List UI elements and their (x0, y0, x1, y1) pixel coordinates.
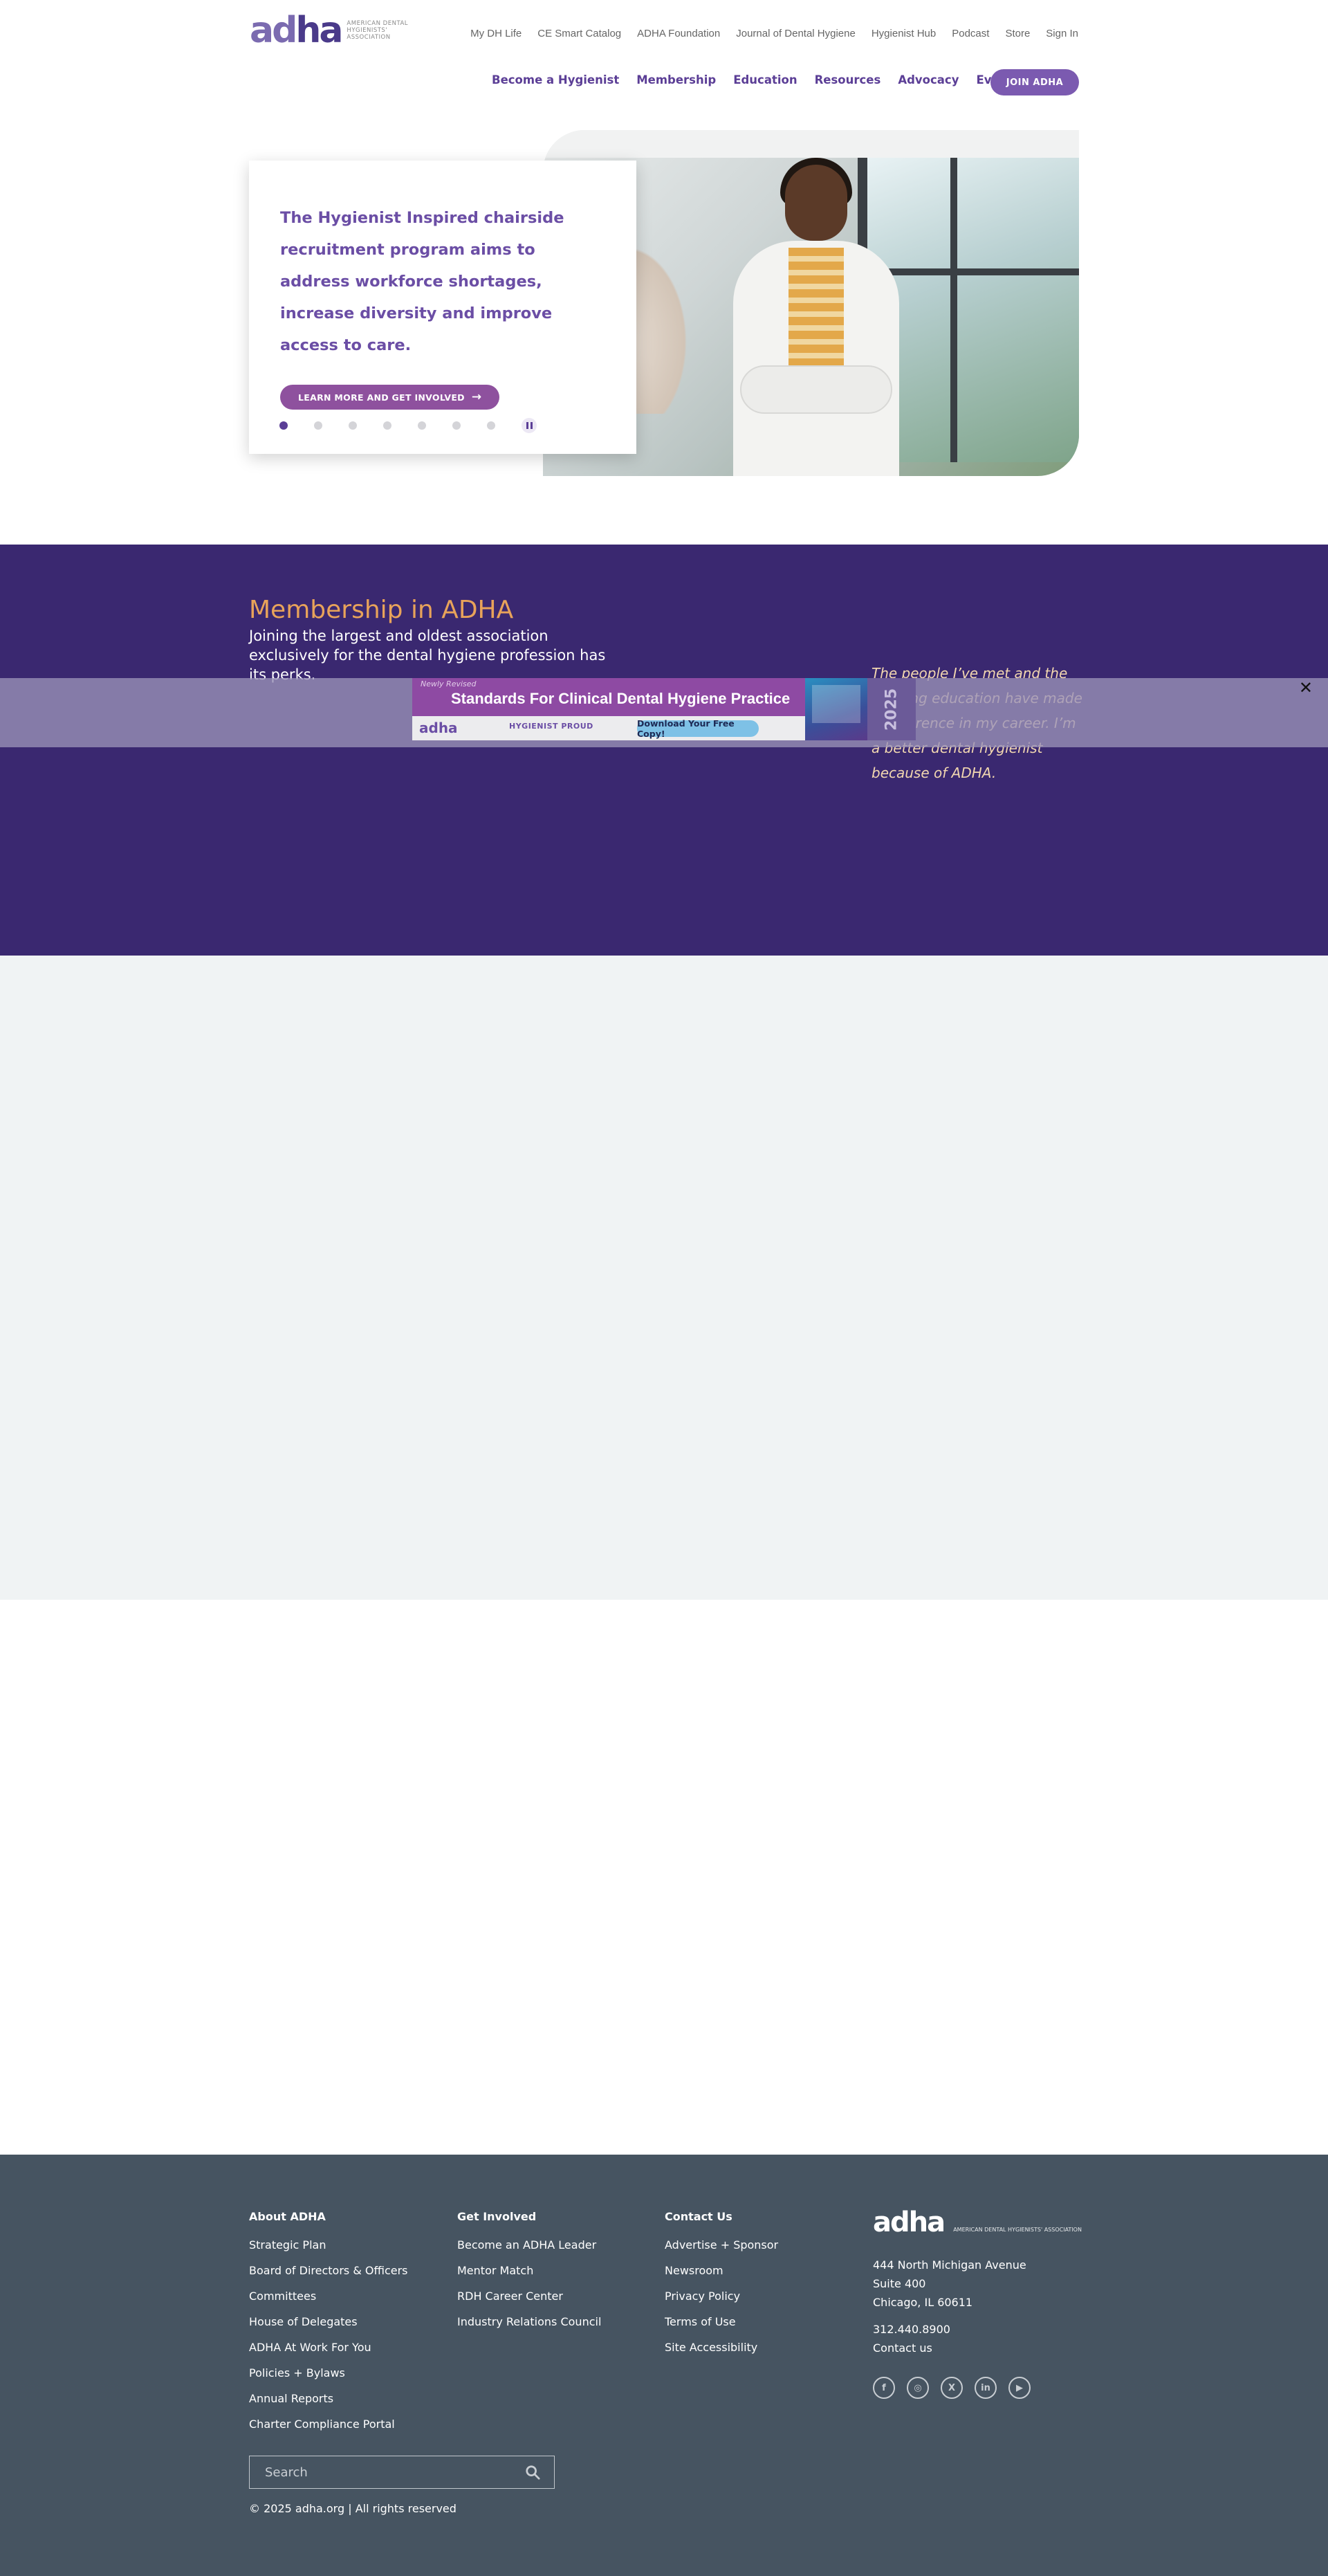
youtube-icon[interactable]: ▶ (1008, 2377, 1031, 2399)
footer-involved-column: Get Involved Become an ADHA Leader Mento… (457, 2210, 601, 2335)
slide-dot-5[interactable] (418, 421, 426, 430)
footer-contact-link[interactable]: Contact us (873, 2339, 1082, 2357)
util-link-my-dh-life[interactable]: My DH Life (470, 28, 522, 39)
arrow-right-icon: → (471, 390, 482, 404)
util-link-sign-in[interactable]: Sign In (1046, 28, 1078, 39)
footer-link-industry-relations[interactable]: Industry Relations Council (457, 2309, 601, 2335)
copyright: © 2025 adha.org | All rights reserved (249, 2502, 456, 2515)
ad-year: 2025 (867, 678, 916, 740)
social-links: f ◎ X in ▶ (873, 2377, 1082, 2399)
logo-mark: adha (250, 10, 343, 51)
close-icon[interactable]: ✕ (1299, 678, 1313, 697)
footer-about-heading: About ADHA (249, 2210, 326, 2223)
main-nav: Become a Hygienist Membership Education … (492, 73, 1020, 86)
site-logo[interactable]: adha AMERICAN DENTAL HYGIENISTS' ASSOCIA… (250, 12, 416, 48)
footer-link-privacy[interactable]: Privacy Policy (665, 2283, 778, 2309)
footer-link-policies[interactable]: Policies + Bylaws (249, 2360, 408, 2386)
footer-address-column: adha AMERICAN DENTAL HYGIENISTS' ASSOCIA… (873, 2209, 1082, 2399)
footer-link-mentor-match[interactable]: Mentor Match (457, 2258, 601, 2283)
util-link-journal[interactable]: Journal of Dental Hygiene (736, 28, 856, 39)
slide-dot-1[interactable] (279, 421, 288, 430)
footer-logo-text: AMERICAN DENTAL HYGIENISTS' ASSOCIATION (953, 2227, 1082, 2233)
nav-resources[interactable]: Resources (815, 73, 881, 86)
ad-kicker: Newly Revised (421, 679, 477, 688)
slide-dot-4[interactable] (383, 421, 391, 430)
membership-title: Membership in ADHA (249, 596, 514, 624)
footer-involved-heading: Get Involved (457, 2210, 537, 2223)
footer-link-newsroom[interactable]: Newsroom (665, 2258, 778, 2283)
footer-about-column: About ADHA Strategic Plan Board of Direc… (249, 2210, 408, 2437)
site-footer: About ADHA Strategic Plan Board of Direc… (0, 2155, 1328, 2576)
hero-hygienist-photo (719, 158, 913, 476)
footer-link-become-leader[interactable]: Become an ADHA Leader (457, 2232, 601, 2258)
content-band (0, 956, 1328, 1600)
learn-more-button[interactable]: LEARN MORE AND GET INVOLVED → (280, 385, 500, 410)
slide-dot-6[interactable] (452, 421, 461, 430)
instagram-icon[interactable]: ◎ (907, 2377, 929, 2399)
footer-link-charter-compliance[interactable]: Charter Compliance Portal (249, 2411, 408, 2437)
footer-logo-mark: adha (873, 2207, 946, 2238)
slide-controls (279, 418, 537, 433)
hero-ceiling (543, 130, 1079, 158)
nav-become-hygienist[interactable]: Become a Hygienist (492, 73, 619, 86)
site-header: adha AMERICAN DENTAL HYGIENISTS' ASSOCIA… (0, 0, 1328, 118)
membership-section: Membership in ADHA Joining the largest a… (0, 545, 1328, 956)
learn-more-label: LEARN MORE AND GET INVOLVED (298, 392, 465, 403)
hero-person-arms (740, 365, 892, 414)
slide-dot-7[interactable] (487, 421, 495, 430)
ad-proud-label: HYGIENIST PROUD (509, 722, 593, 731)
footer-link-advertise[interactable]: Advertise + Sponsor (665, 2232, 778, 2258)
footer-phone[interactable]: 312.440.8900 (873, 2320, 1082, 2339)
footer-link-committees[interactable]: Committees (249, 2283, 408, 2309)
standards-ad-banner[interactable]: Newly Revised Standards For Clinical Den… (412, 678, 916, 740)
util-link-hygienist-hub[interactable]: Hygienist Hub (872, 28, 936, 39)
footer-link-annual-reports[interactable]: Annual Reports (249, 2386, 408, 2411)
ad-bottom-panel: adha HYGIENIST PROUD Download Your Free … (412, 716, 805, 740)
search-input[interactable] (265, 2465, 514, 2480)
footer-link-accessibility[interactable]: Site Accessibility (665, 2335, 778, 2360)
logo-text: AMERICAN DENTAL HYGIENISTS' ASSOCIATION (347, 20, 409, 41)
ad-book-cover (805, 678, 867, 740)
nav-membership[interactable]: Membership (636, 73, 716, 86)
footer-link-house-of-delegates[interactable]: House of Delegates (249, 2309, 408, 2335)
pause-icon[interactable] (522, 418, 537, 433)
ad-top-panel: Newly Revised Standards For Clinical Den… (412, 678, 805, 716)
linkedin-icon[interactable]: in (975, 2377, 997, 2399)
footer-contact-column: Contact Us Advertise + Sponsor Newsroom … (665, 2210, 778, 2360)
nav-advocacy[interactable]: Advocacy (898, 73, 959, 86)
ad-title: Standards For Clinical Dental Hygiene Pr… (451, 690, 791, 707)
x-icon[interactable]: X (941, 2377, 963, 2399)
util-link-store[interactable]: Store (1005, 28, 1030, 39)
hero-person-head (785, 165, 847, 241)
footer-link-career-center[interactable]: RDH Career Center (457, 2283, 601, 2309)
ad-logo: adha (419, 720, 458, 736)
footer-link-adha-at-work[interactable]: ADHA At Work For You (249, 2335, 408, 2360)
facebook-icon[interactable]: f (873, 2377, 895, 2399)
nav-education[interactable]: Education (733, 73, 797, 86)
address-line-1: 444 North Michigan Avenue (873, 2258, 1026, 2272)
util-link-podcast[interactable]: Podcast (952, 28, 989, 39)
address-line-2: Suite 400 (873, 2277, 926, 2290)
slide-dot-2[interactable] (314, 421, 322, 430)
search-icon[interactable] (525, 2465, 540, 2480)
footer-link-terms[interactable]: Terms of Use (665, 2309, 778, 2335)
hero-card: The Hygienist Inspired chairside recruit… (249, 161, 636, 454)
slide-dot-3[interactable] (349, 421, 357, 430)
ad-download-button[interactable]: Download Your Free Copy! (637, 718, 759, 739)
footer-address: 444 North Michigan Avenue Suite 400 Chic… (873, 2256, 1082, 2357)
address-line-3: Chicago, IL 60611 (873, 2296, 973, 2309)
footer-contact-heading: Contact Us (665, 2210, 732, 2223)
footer-link-strategic-plan[interactable]: Strategic Plan (249, 2232, 408, 2258)
join-adha-button[interactable]: JOIN ADHA (990, 69, 1079, 95)
footer-logo[interactable]: adha AMERICAN DENTAL HYGIENISTS' ASSOCIA… (873, 2209, 1082, 2240)
footer-search (249, 2456, 555, 2489)
utility-nav: My DH Life CE Smart Catalog ADHA Foundat… (470, 28, 1078, 39)
footer-link-board[interactable]: Board of Directors & Officers (249, 2258, 408, 2283)
hero-headline: The Hygienist Inspired chairside recruit… (280, 209, 564, 354)
membership-subtitle: Joining the largest and oldest associati… (249, 628, 606, 683)
util-link-ce-smart-catalog[interactable]: CE Smart Catalog (537, 28, 621, 39)
util-link-adha-foundation[interactable]: ADHA Foundation (637, 28, 720, 39)
